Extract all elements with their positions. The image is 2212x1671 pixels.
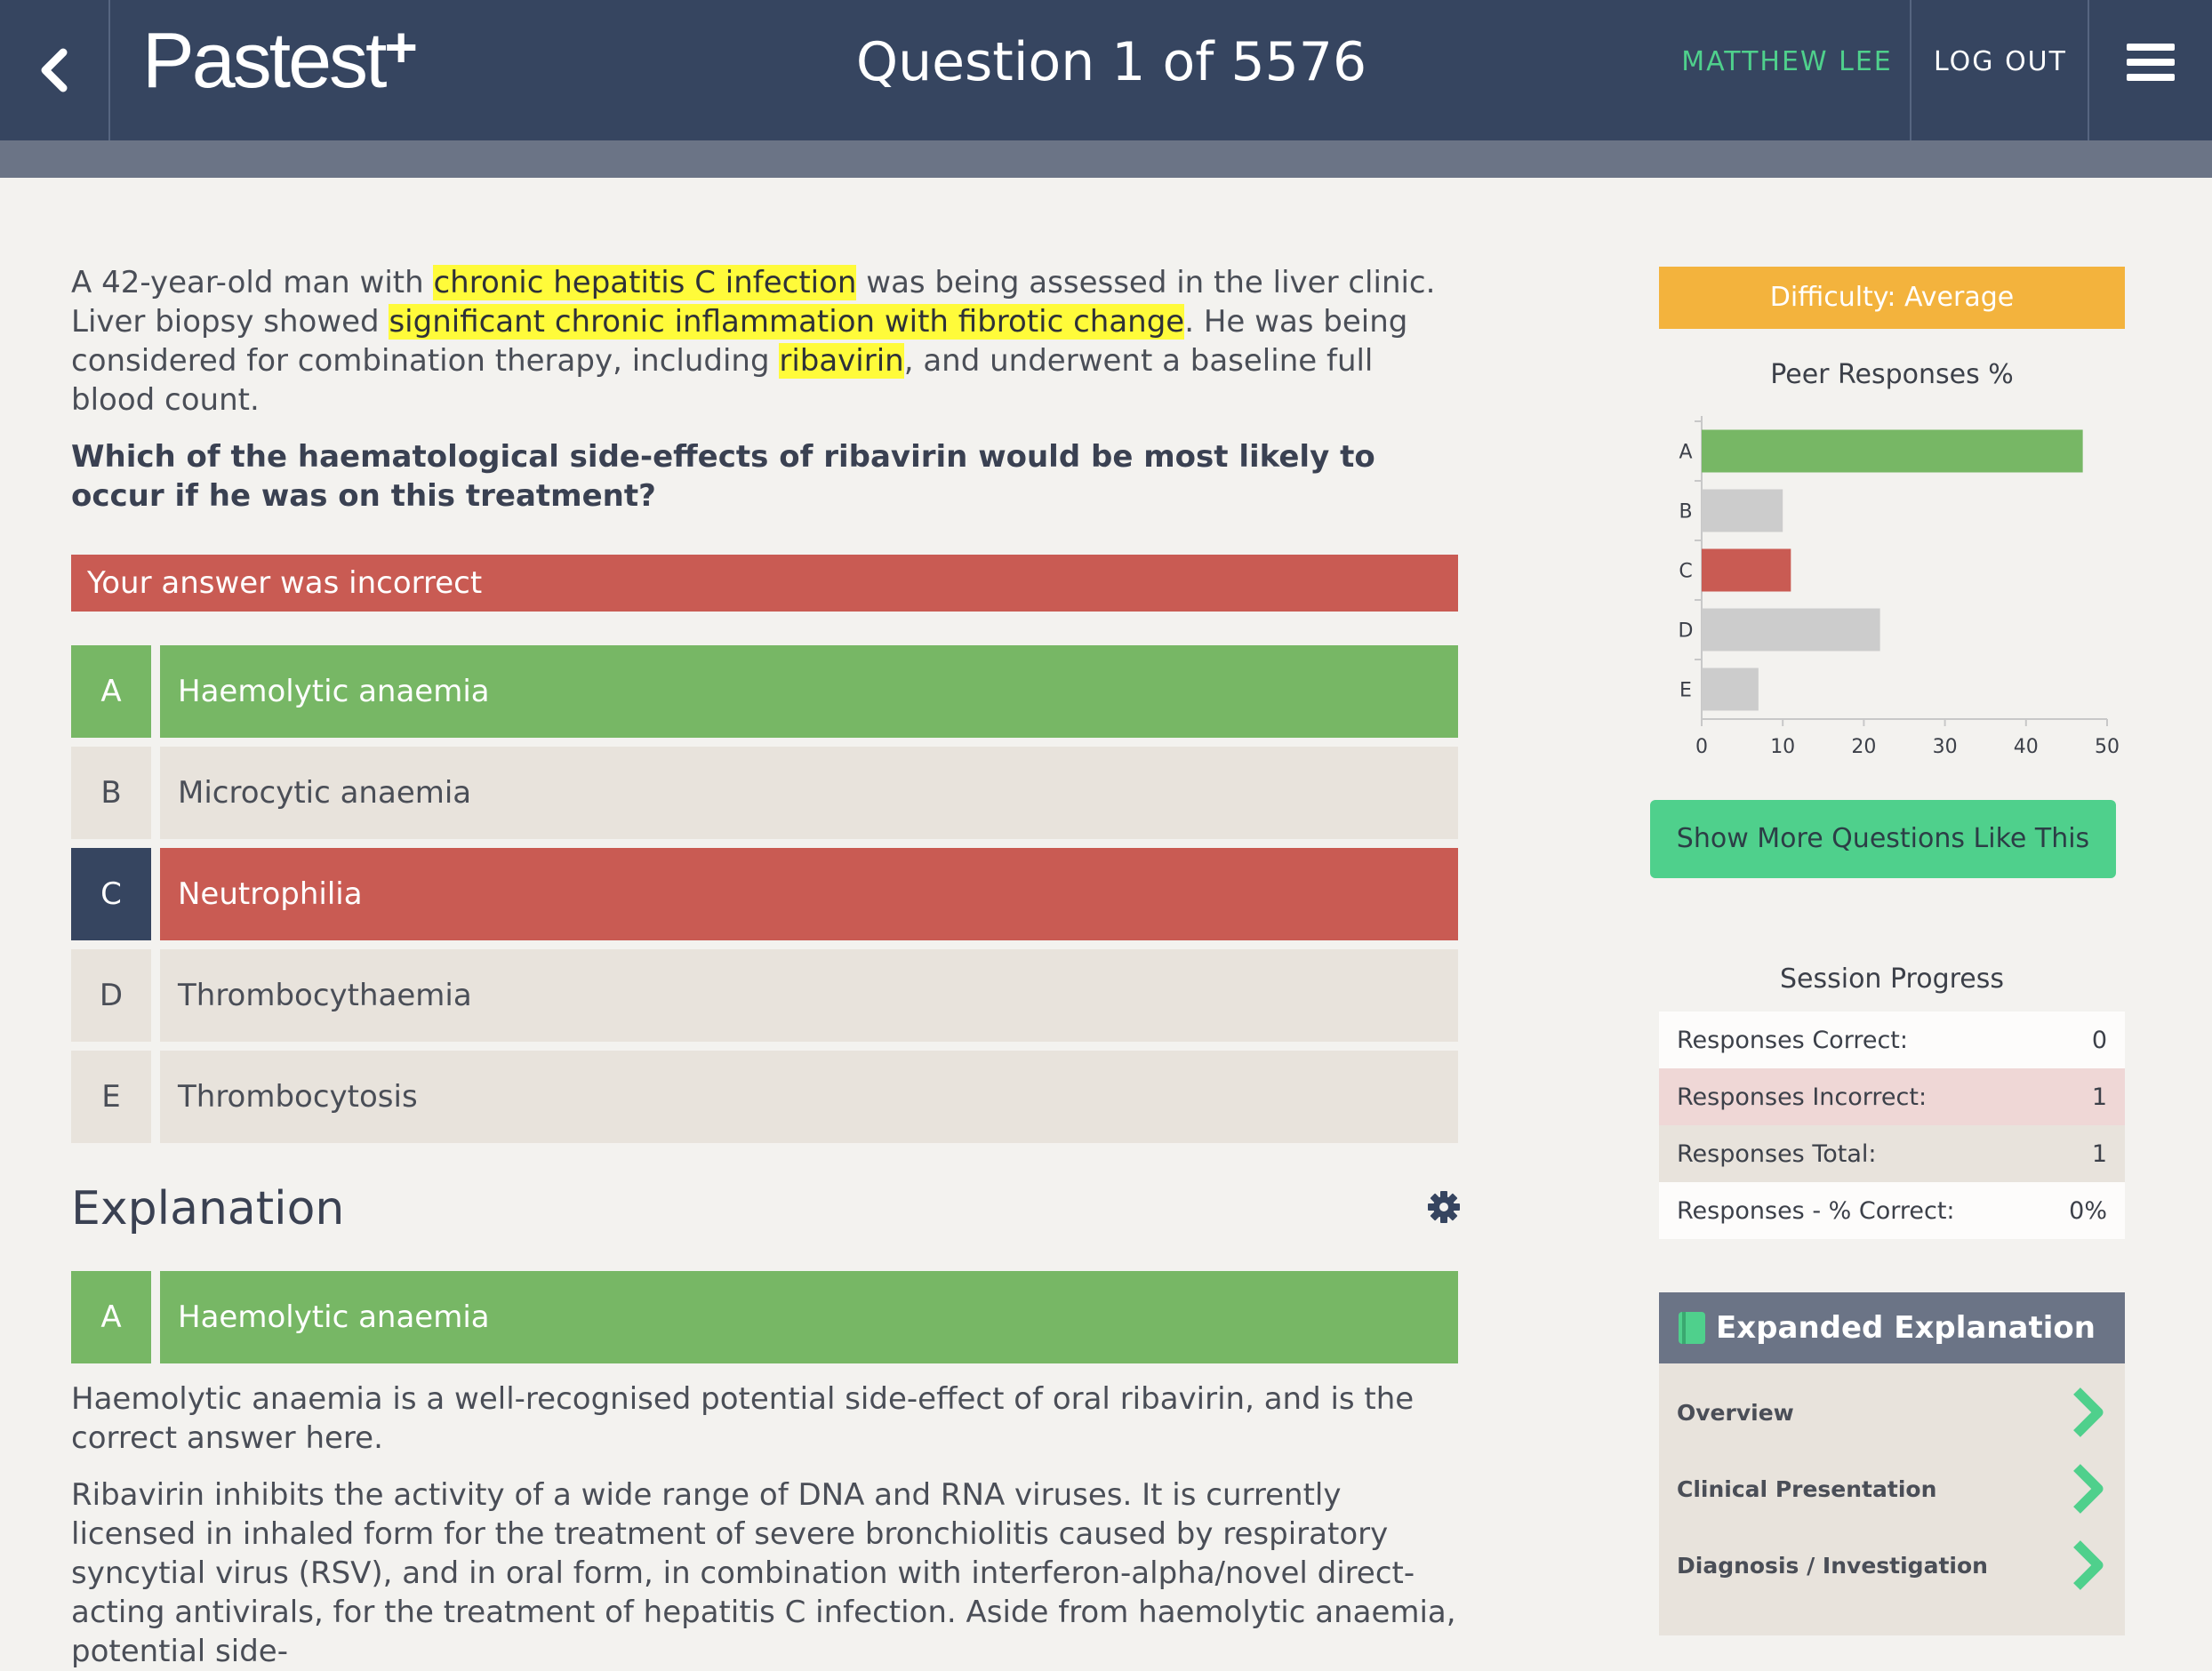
chart-x-tick-label: 10	[1770, 736, 1795, 758]
option-letter: E	[71, 1051, 151, 1143]
explanation-answer-text: Haemolytic anaemia	[160, 1271, 1458, 1363]
session-progress-row: Responses Correct: 0	[1659, 1011, 2125, 1068]
chart-x-tick-label: 40	[2014, 736, 2039, 758]
hamburger-menu-icon	[2127, 44, 2175, 81]
top-nav-bar: Pastest+ Question 1 of 5576 MATTHEW LEE …	[0, 0, 2212, 140]
chart-x-tick-label: 20	[1851, 736, 1876, 758]
back-button[interactable]	[0, 0, 110, 140]
session-progress-row: Responses - % Correct: 0%	[1659, 1182, 2125, 1239]
explanation-paragraph: Ribavirin inhibits the activity of a wid…	[71, 1477, 1456, 1669]
book-icon	[1679, 1312, 1705, 1344]
option-letter: B	[71, 747, 151, 839]
expanded-explanation-list: Overview Clinical Presentation Diagnosis /…	[1659, 1363, 2125, 1635]
session-progress-value: 1	[2091, 1083, 2107, 1111]
chart-x-tick-label: 30	[1933, 736, 1958, 758]
expanded-explanation-item[interactable]: Clinical Presentation	[1677, 1458, 2107, 1520]
chart-bar-c	[1702, 548, 1791, 592]
session-progress-label: Responses Total:	[1677, 1139, 1877, 1168]
explanation-answer: A Haemolytic anaemia	[71, 1271, 1458, 1363]
chevron-right-icon	[2073, 1387, 2104, 1437]
expanded-explanation-item-label: Diagnosis / Investigation	[1677, 1552, 1988, 1579]
session-progress-value: 1	[2091, 1139, 2107, 1168]
option-text: Thrombocythaemia	[160, 949, 1458, 1042]
question-counter: Question 1 of 5576	[855, 31, 1367, 93]
chevron-right-icon	[2073, 1464, 2104, 1514]
explanation-heading: Explanation	[71, 1182, 345, 1235]
session-progress-value: 0	[2091, 1026, 2107, 1054]
session-progress-label: Responses Incorrect:	[1677, 1083, 1927, 1111]
logout-button[interactable]: LOG OUT	[1911, 0, 2089, 124]
answer-option-d[interactable]: D Thrombocythaemia	[71, 949, 1458, 1042]
expanded-explanation-item[interactable]: Diagnosis / Investigation	[1677, 1534, 2107, 1596]
chart-category-label: D	[1679, 620, 1694, 643]
difficulty-badge: Difficulty: Average	[1659, 267, 2125, 329]
session-progress-label: Responses Correct:	[1677, 1026, 1908, 1054]
result-text: Your answer was incorrect	[87, 565, 483, 601]
chart-x-tick-label: 50	[2095, 736, 2120, 758]
option-text: Neutrophilia	[160, 848, 1458, 940]
highlighted-text: chronic hepatitis C infection	[433, 265, 857, 300]
session-progress-label: Responses - % Correct:	[1677, 1196, 1955, 1225]
answer-option-a[interactable]: A Haemolytic anaemia	[71, 645, 1458, 738]
option-letter: C	[71, 848, 151, 940]
option-text: Microcytic anaemia	[160, 747, 1458, 839]
session-progress-row: Responses Incorrect: 1	[1659, 1068, 2125, 1125]
expanded-explanation-item-label: Overview	[1677, 1399, 1794, 1426]
chart-bar-d	[1702, 608, 1880, 652]
answer-option-b[interactable]: B Microcytic anaemia	[71, 747, 1458, 839]
peer-responses-chart: A B C D E 0 10 20 30 40 50	[1679, 416, 2120, 758]
chart-category-label: B	[1679, 501, 1692, 524]
answer-option-e[interactable]: E Thrombocytosis	[71, 1051, 1458, 1143]
chevron-right-icon	[2073, 1540, 2104, 1590]
chevron-left-icon	[41, 48, 68, 92]
user-name-link[interactable]: MATTHEW LEE	[1663, 0, 1911, 124]
result-banner: Your answer was incorrect	[71, 555, 1458, 612]
option-letter: A	[71, 645, 151, 738]
chart-category-label: C	[1679, 561, 1692, 583]
expanded-explanation-title: Expanded Explanation	[1716, 1310, 2096, 1346]
explanation-paragraph: Haemolytic anaemia is a well-recognised …	[71, 1381, 1415, 1456]
option-letter: D	[71, 949, 151, 1042]
answer-option-c[interactable]: C Neutrophilia	[71, 848, 1458, 940]
sub-header-bar	[0, 140, 2212, 178]
session-progress-table: Responses Correct: 0 Responses Incorrect: 1…	[1659, 1011, 2125, 1239]
session-progress-value: 0%	[2069, 1196, 2107, 1225]
show-more-questions-button[interactable]: Show More Questions Like This	[1650, 800, 2116, 878]
menu-button[interactable]	[2089, 0, 2212, 124]
session-progress-row: Responses Total: 1	[1659, 1125, 2125, 1182]
expanded-explanation-header[interactable]: Expanded Explanation	[1659, 1292, 2125, 1363]
chart-category-label: E	[1679, 680, 1692, 702]
stem-text: A 42-year-old man with	[71, 265, 434, 300]
chart-bar-a	[1702, 429, 2083, 473]
pastest-logo: Pastest+	[142, 15, 418, 104]
chart-x-tick-label: 0	[1695, 736, 1708, 758]
gear-icon[interactable]	[1426, 1189, 1462, 1225]
highlighted-text: significant chronic inflammation with fi…	[389, 304, 1185, 340]
chart-bar-e	[1702, 668, 1759, 711]
chart-category-label: A	[1679, 442, 1692, 464]
peer-responses-title: Peer Responses %	[1770, 359, 2014, 390]
expanded-explanation-item-label: Clinical Presentation	[1677, 1475, 1937, 1502]
question-prompt: Which of the haematological side-effects…	[71, 439, 1375, 514]
chart-bar-b	[1702, 489, 1783, 532]
session-progress-title: Session Progress	[1779, 963, 2005, 995]
explanation-answer-letter: A	[71, 1271, 151, 1363]
option-text: Haemolytic anaemia	[160, 645, 1458, 738]
highlighted-text: ribavirin	[779, 343, 904, 379]
question-stem: A 42-year-old man with chronic hepatitis…	[71, 263, 1458, 420]
expanded-explanation-item[interactable]: Overview	[1677, 1381, 2107, 1443]
option-text: Thrombocytosis	[160, 1051, 1458, 1143]
